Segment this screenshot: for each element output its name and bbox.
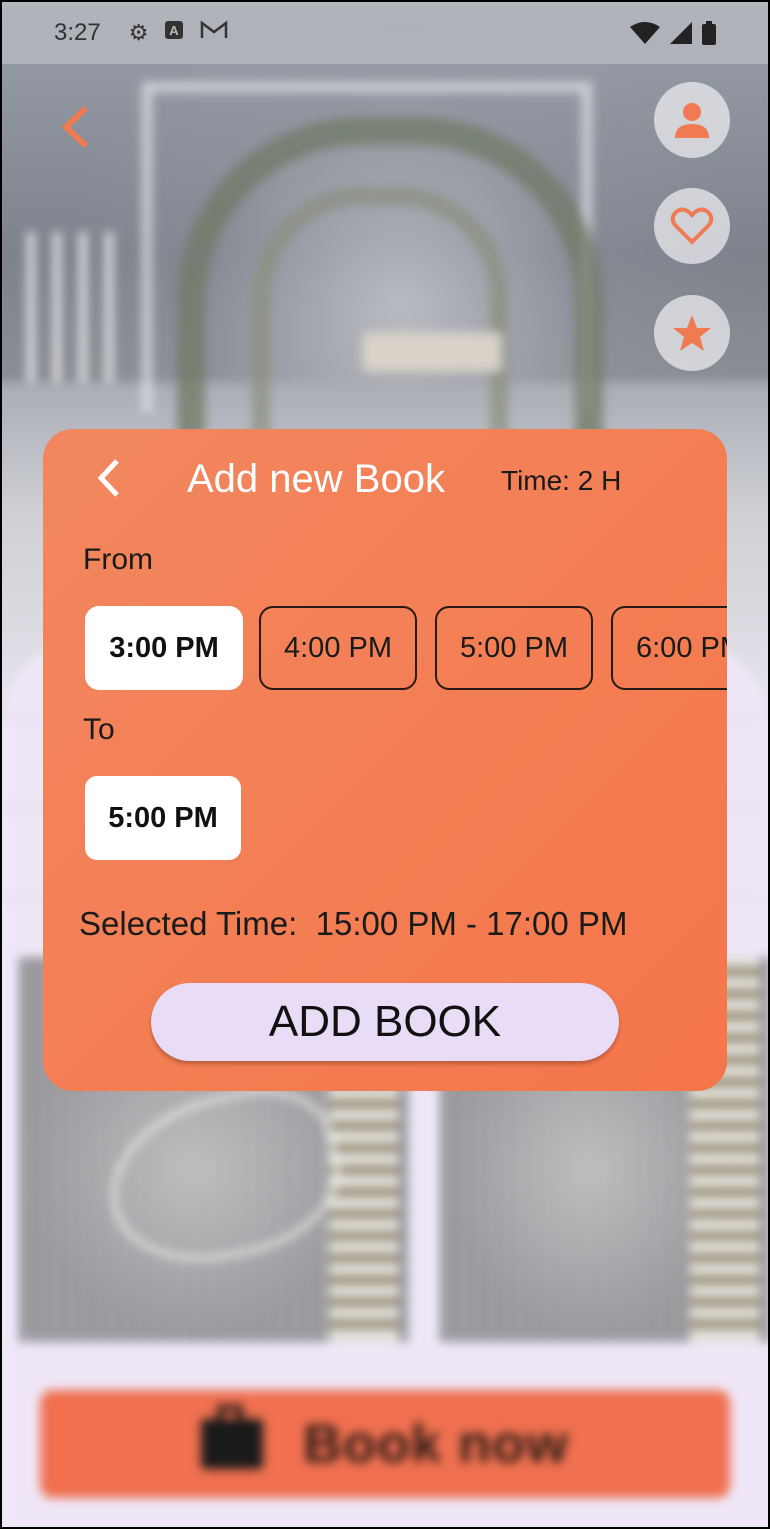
- selected-time-text: Selected Time: 15:00 PM - 17:00 PM: [79, 905, 628, 942]
- briefcase-icon: [201, 1405, 263, 1469]
- duration-label: Time: 2 H: [501, 465, 622, 496]
- from-label: From: [83, 543, 153, 576]
- person-icon: [675, 103, 709, 138]
- from-slot[interactable]: 5:00 PM: [435, 606, 593, 690]
- gmail-icon: [200, 20, 228, 46]
- star-icon: [673, 315, 711, 351]
- from-slot[interactable]: 6:00 PM: [611, 606, 727, 690]
- status-bar: 3:27 ⚙ A: [2, 2, 768, 64]
- to-label: To: [83, 713, 115, 746]
- book-now-button[interactable]: Book now: [40, 1390, 730, 1498]
- chevron-left-icon: [61, 105, 89, 149]
- favorite-button[interactable]: [654, 188, 730, 264]
- from-slot[interactable]: 4:00 PM: [259, 606, 417, 690]
- to-slot[interactable]: 5:00 PM: [85, 776, 241, 860]
- from-slot-list[interactable]: 3:00 PM 4:00 PM 5:00 PM 6:00 PM: [83, 606, 727, 692]
- app-screen: Book now 3:27 ⚙ A Add new Book Time: 2 H…: [2, 2, 768, 1527]
- signal-icon: [670, 22, 692, 44]
- rate-button[interactable]: [654, 295, 730, 371]
- dialog-back-button[interactable]: [95, 457, 121, 506]
- svg-text:A: A: [170, 23, 180, 38]
- chevron-left-icon: [97, 459, 119, 497]
- back-button[interactable]: [60, 104, 90, 157]
- status-time: 3:27: [54, 19, 101, 46]
- wifi-icon: [630, 22, 660, 44]
- a-badge-icon: A: [164, 20, 184, 46]
- battery-icon: [702, 21, 716, 45]
- profile-button[interactable]: [654, 82, 730, 158]
- dialog-title: Add new Book: [187, 457, 445, 501]
- from-slot[interactable]: 3:00 PM: [85, 606, 243, 690]
- add-book-dialog: Add new Book Time: 2 H From 3:00 PM 4:00…: [43, 429, 727, 1091]
- book-now-label: Book now: [303, 1414, 569, 1474]
- add-book-button[interactable]: ADD BOOK: [151, 983, 619, 1061]
- heart-icon: [670, 207, 714, 245]
- gear-icon: ⚙: [128, 20, 149, 45]
